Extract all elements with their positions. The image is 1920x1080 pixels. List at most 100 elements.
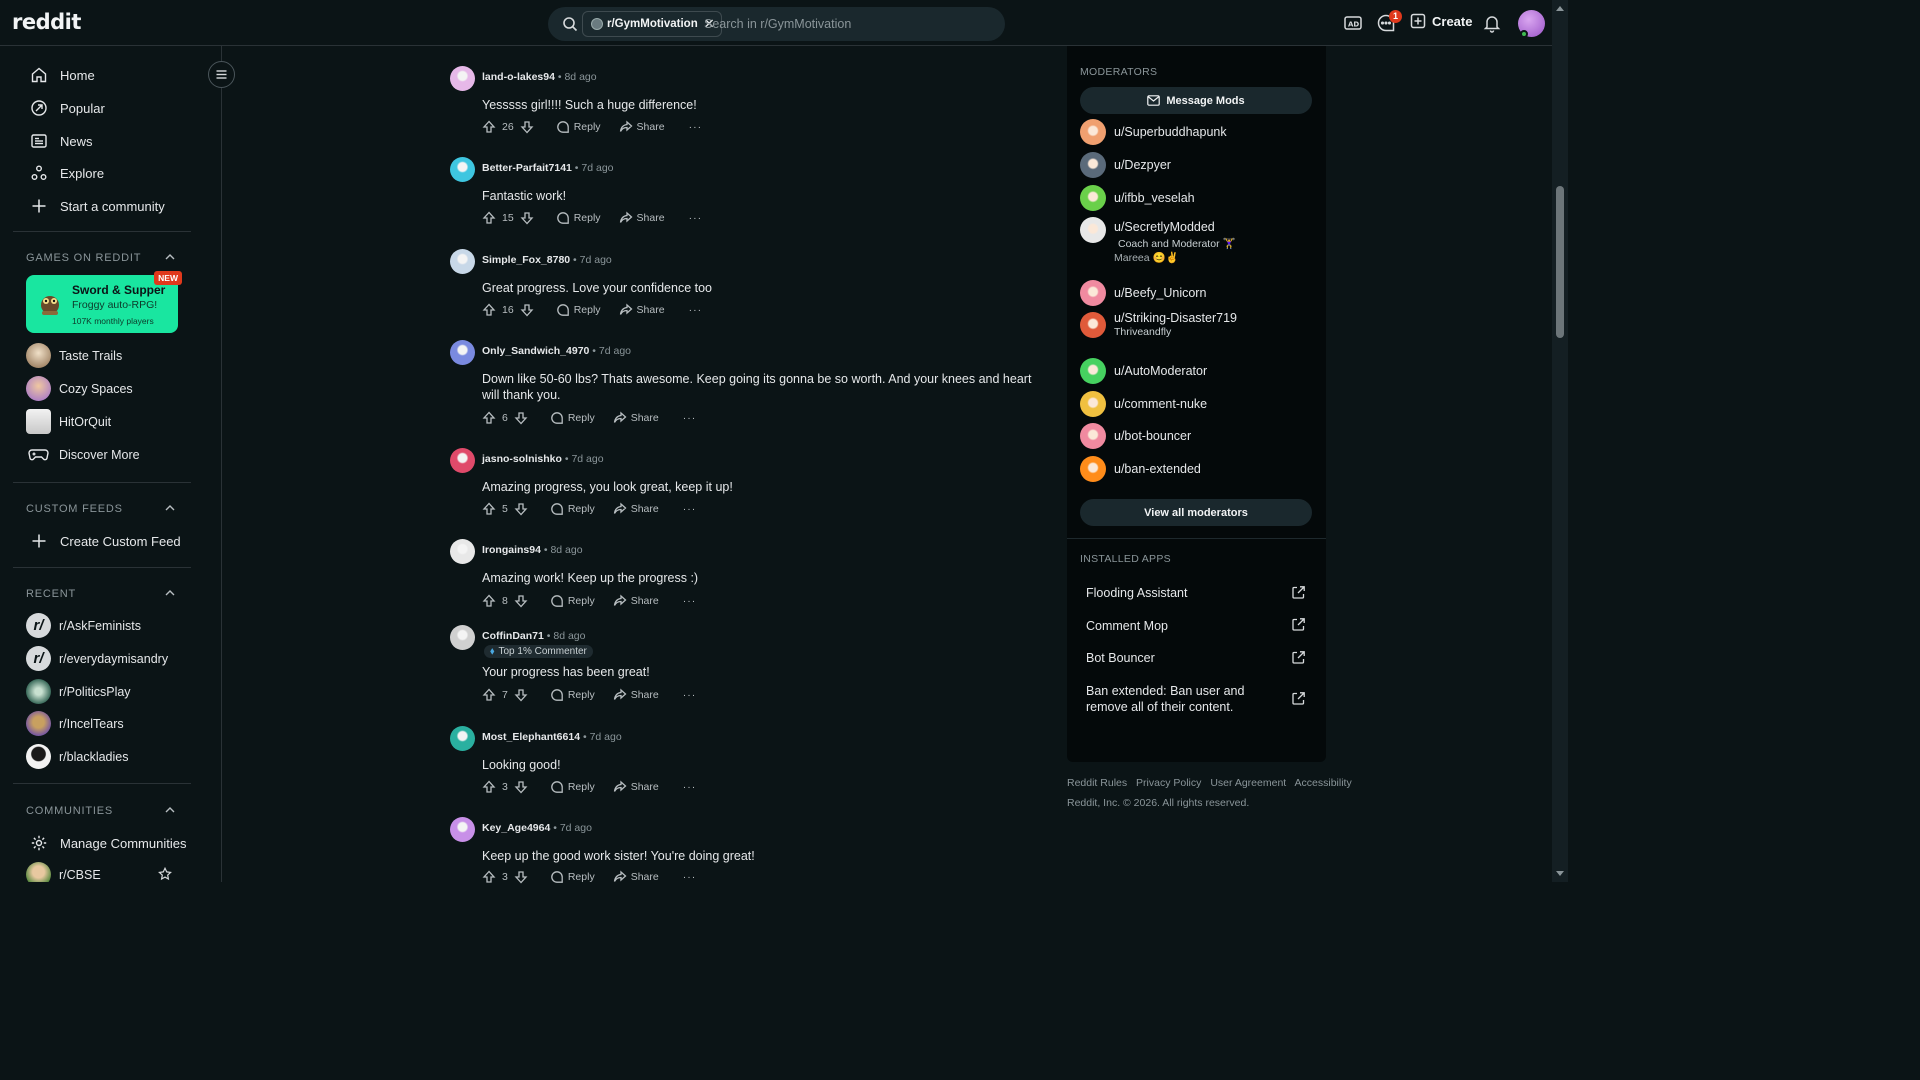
nav-news[interactable]: News <box>30 132 93 150</box>
installed-app-name[interactable]: Comment Mop <box>1086 618 1286 634</box>
more-options-button[interactable]: ··· <box>689 121 703 133</box>
more-options-button[interactable]: ··· <box>683 781 697 793</box>
upvote-icon[interactable] <box>482 688 496 702</box>
comment-author[interactable]: Key_Age4964 <box>482 822 550 834</box>
chevron-up-icon[interactable] <box>164 587 176 599</box>
star-icon[interactable] <box>158 867 172 881</box>
recent-item[interactable]: r/ r/AskFeminists <box>26 613 141 638</box>
upvote-icon[interactable] <box>482 870 496 884</box>
nav-explore[interactable]: Explore <box>30 164 104 182</box>
reply-button[interactable]: Reply <box>550 688 595 702</box>
upvote-icon[interactable] <box>482 780 496 794</box>
share-button[interactable]: Share <box>619 120 665 134</box>
commenter-avatar[interactable] <box>450 157 475 182</box>
reply-button[interactable]: Reply <box>556 211 601 225</box>
downvote-icon[interactable] <box>520 211 534 225</box>
moderator-item[interactable]: u/Dezpyer <box>1080 152 1171 178</box>
game-item-cozy-spaces[interactable]: Cozy Spaces <box>26 376 133 401</box>
reply-button[interactable]: Reply <box>550 594 595 608</box>
moderator-item[interactable]: u/Striking-Disaster719 Thriveandfly <box>1080 311 1237 338</box>
reply-button[interactable]: Reply <box>550 780 595 794</box>
comment-author[interactable]: Better-Parfait7141 <box>482 162 572 174</box>
view-all-moderators-button[interactable]: View all moderators <box>1080 499 1312 526</box>
recent-section-title[interactable]: RECENT <box>26 588 76 600</box>
reply-button[interactable]: Reply <box>556 120 601 134</box>
community-item-cbse[interactable]: r/CBSE <box>26 862 101 882</box>
scroll-up-icon[interactable] <box>1556 6 1564 11</box>
upvote-icon[interactable] <box>482 211 496 225</box>
external-link-icon[interactable] <box>1291 650 1306 665</box>
custom-feeds-section-title[interactable]: CUSTOM FEEDS <box>26 503 123 515</box>
search-input[interactable] <box>704 7 984 41</box>
installed-app-name[interactable]: Flooding Assistant <box>1086 585 1286 601</box>
downvote-icon[interactable] <box>520 120 534 134</box>
reddit-logo[interactable]: reddit <box>12 10 81 34</box>
game-item-discover-more[interactable]: Discover More <box>26 442 140 467</box>
nav-popular[interactable]: Popular <box>30 99 105 117</box>
moderator-item[interactable]: u/Superbuddhapunk <box>1080 119 1227 145</box>
share-button[interactable]: Share <box>619 211 665 225</box>
moderator-item[interactable]: u/ifbb_veselah <box>1080 185 1195 211</box>
reply-button[interactable]: Reply <box>550 502 595 516</box>
share-button[interactable]: Share <box>613 594 659 608</box>
share-button[interactable]: Share <box>613 411 659 425</box>
bell-icon[interactable] <box>1482 13 1502 33</box>
subreddit-scope-chip[interactable]: r/GymMotivation ✕ <box>582 11 722 37</box>
scrollbar-thumb[interactable] <box>1556 186 1564 338</box>
create-button[interactable]: Create <box>1410 13 1472 29</box>
footer-link[interactable]: Reddit Rules <box>1067 777 1127 789</box>
installed-app-name[interactable]: Bot Bouncer <box>1086 650 1286 666</box>
commenter-avatar[interactable] <box>450 817 475 842</box>
comment-author[interactable]: land-o-lakes94 <box>482 71 555 83</box>
more-options-button[interactable]: ··· <box>689 212 703 224</box>
comment-author[interactable]: CoffinDan71 <box>482 630 544 642</box>
recent-item[interactable]: r/ r/everydaymisandry <box>26 646 168 671</box>
footer-link[interactable]: User Agreement <box>1210 777 1286 789</box>
moderator-item[interactable]: u/SecretlyModded Coach and Moderator 🏋️‍♀… <box>1080 217 1236 264</box>
comment-author[interactable]: Most_Elephant6614 <box>482 731 580 743</box>
nav-start-community[interactable]: Start a community <box>30 197 165 215</box>
external-link-icon[interactable] <box>1291 691 1306 706</box>
upvote-icon[interactable] <box>482 502 496 516</box>
recent-item[interactable]: r/blackladies <box>26 744 128 769</box>
downvote-icon[interactable] <box>514 502 528 516</box>
game-item-taste-trails[interactable]: Taste Trails <box>26 343 122 368</box>
scroll-down-icon[interactable] <box>1556 871 1564 876</box>
footer-link[interactable]: Accessibility <box>1295 777 1352 789</box>
recent-item[interactable]: r/IncelTears <box>26 711 124 736</box>
external-link-icon[interactable] <box>1291 617 1306 632</box>
downvote-icon[interactable] <box>514 594 528 608</box>
moderator-item[interactable]: u/Beefy_Unicorn <box>1080 280 1206 306</box>
chevron-up-icon[interactable] <box>164 502 176 514</box>
upvote-icon[interactable] <box>482 120 496 134</box>
reply-button[interactable]: Reply <box>550 411 595 425</box>
game-item-hitorquit[interactable]: HitOrQuit <box>26 409 111 434</box>
moderator-item[interactable]: u/AutoModerator <box>1080 358 1207 384</box>
footer-link[interactable]: Privacy Policy <box>1136 777 1201 789</box>
games-section-title[interactable]: GAMES ON REDDIT <box>26 252 141 264</box>
external-link-icon[interactable] <box>1291 585 1306 600</box>
share-button[interactable]: Share <box>613 502 659 516</box>
downvote-icon[interactable] <box>514 870 528 884</box>
moderator-item[interactable]: u/ban-extended <box>1080 456 1201 482</box>
upvote-icon[interactable] <box>482 411 496 425</box>
commenter-avatar[interactable] <box>450 340 475 365</box>
more-options-button[interactable]: ··· <box>683 595 697 607</box>
nav-home[interactable]: Home <box>30 66 95 84</box>
chevron-up-icon[interactable] <box>164 251 176 263</box>
more-options-button[interactable]: ··· <box>683 412 697 424</box>
more-options-button[interactable]: ··· <box>683 689 697 701</box>
commenter-avatar[interactable] <box>450 539 475 564</box>
search-bar[interactable]: r/GymMotivation ✕ <box>548 7 1005 41</box>
manage-communities[interactable]: Manage Communities <box>30 834 186 852</box>
share-button[interactable]: Share <box>613 688 659 702</box>
moderator-item[interactable]: u/comment-nuke <box>1080 391 1207 417</box>
reply-button[interactable]: Reply <box>556 303 601 317</box>
create-custom-feed[interactable]: Create Custom Feed <box>30 532 181 550</box>
moderator-item[interactable]: u/bot-bouncer <box>1080 423 1191 449</box>
communities-section-title[interactable]: COMMUNITIES <box>26 805 113 817</box>
reply-button[interactable]: Reply <box>550 870 595 884</box>
downvote-icon[interactable] <box>520 303 534 317</box>
upvote-icon[interactable] <box>482 594 496 608</box>
recent-item[interactable]: r/PoliticsPlay <box>26 679 131 704</box>
